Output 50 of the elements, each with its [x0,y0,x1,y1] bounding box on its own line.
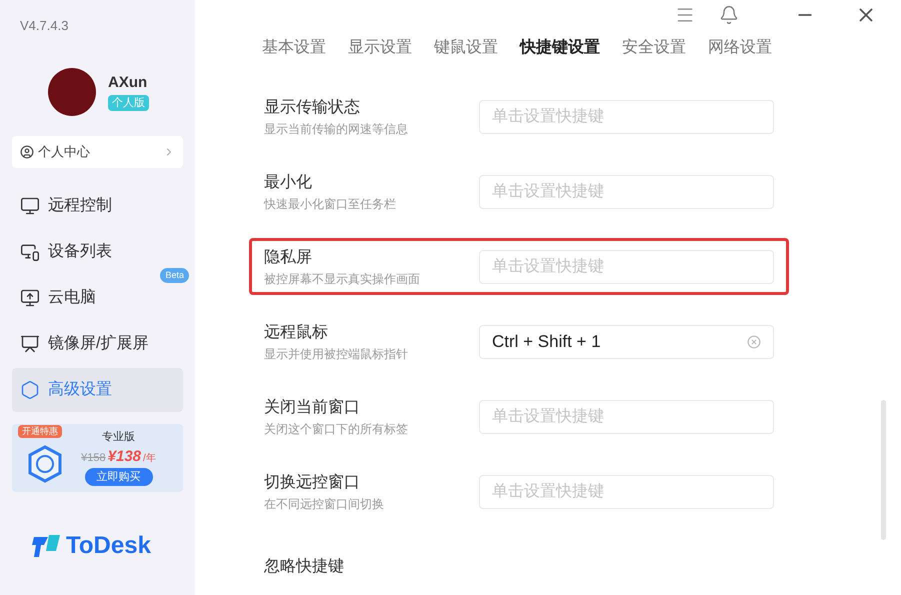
hexagon-icon [20,380,40,400]
beta-badge: Beta [160,268,189,282]
monitor-icon [20,196,40,216]
settings-tab[interactable]: 键鼠设置 [434,36,498,60]
settings-tab[interactable]: 安全设置 [622,36,686,60]
shortcut-title: 切换远控窗口 [264,472,361,492]
screen-icon [20,334,40,354]
settings-tab[interactable]: 显示设置 [348,36,412,60]
plan-badge: 个人版 [108,94,149,111]
price: ¥138 [108,446,142,466]
promo-title: 专业版 [102,430,135,445]
user-name: AXun [108,73,148,94]
shortcut-field[interactable]: 单击设置快捷键 [479,100,774,134]
shortcut-title: 最小化 [264,172,313,192]
logo-text: ToDesk [66,530,151,560]
avatar [48,68,96,116]
version-label: V4.7.4.3 [20,17,70,35]
settings-tab[interactable]: 基本设置 [262,36,326,60]
settings-tab[interactable]: 网络设置 [708,36,772,60]
nav-item[interactable]: 远程控制 [12,184,183,228]
shortcut-field[interactable]: 单击设置快捷键 [479,400,774,434]
settings-tab[interactable]: 快捷键设置 [520,36,600,60]
shortcut-title: 关闭当前窗口 [264,398,361,418]
promo-tag: 开通特惠 [18,424,62,438]
scrollbar[interactable] [881,400,886,540]
price-unit: /年 [143,452,156,466]
shortcut-description: 显示当前传输的网速等信息 [264,120,409,138]
devices-icon [20,242,40,262]
shortcut-description: 被控屏幕不显示真实操作画面 [264,270,421,288]
shortcut-description: 关闭这个窗口下的所有标签 [264,420,409,438]
shortcut-title: 隐私屏 [264,248,313,268]
shortcut-field[interactable]: 单击设置快捷键 [479,474,774,508]
nav-item[interactable]: 镜像屏/扩展屏 [12,322,183,366]
shortcut-title: 远程鼠标 [264,322,329,342]
monitor-upload-icon [20,288,40,308]
buy-button[interactable]: 立即购买 [84,468,152,486]
logo-icon [32,532,62,558]
shortcut-title: 显示传输状态 [264,98,361,118]
shortcut-description: 快速最小化窗口至任务栏 [264,196,397,212]
personal-center-button[interactable]: 个人中心 [12,136,183,168]
shortcut-field[interactable]: 单击设置快捷键 [479,250,774,284]
user-icon [20,144,34,158]
p-hexagon-icon [28,444,62,482]
bell-icon[interactable] [719,5,739,25]
shortcut-description: 在不同远控窗口间切换 [264,496,385,512]
old-price: ¥158 [81,450,106,466]
shortcut-field[interactable]: 单击设置快捷键 [479,174,774,208]
shortcut-title: 忽略快捷键 [264,556,345,576]
shortcut-field[interactable]: Ctrl + Shift + 1 [479,324,774,358]
shortcut-description: 显示并使用被控端鼠标指针 [264,346,409,362]
